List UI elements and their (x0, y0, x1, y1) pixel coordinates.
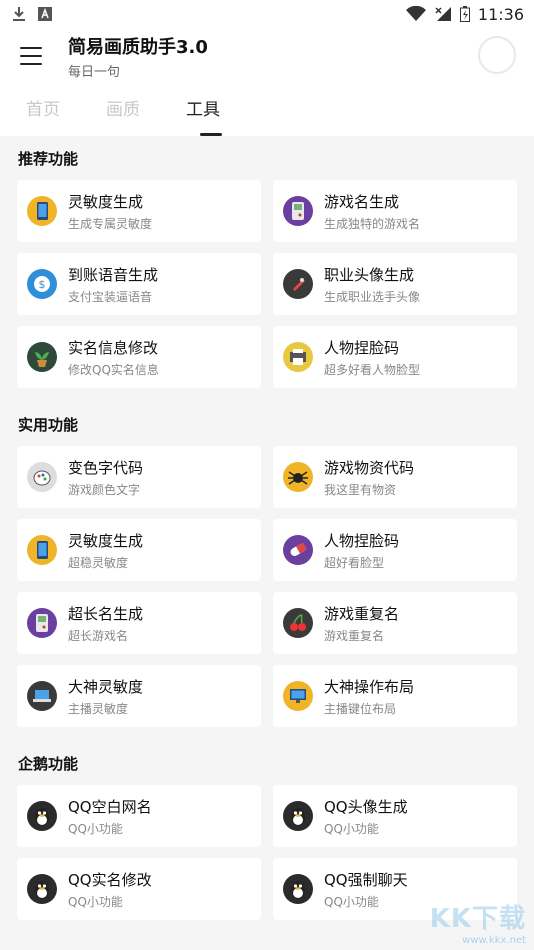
app-title: 简易画质助手3.0 (68, 36, 208, 58)
printer-icon (283, 342, 313, 372)
download-icon (13, 7, 25, 21)
feature-title: QQ空白网名 (68, 797, 152, 816)
feature-card[interactable]: $ 到账语音生成支付宝装逼语音 (17, 253, 261, 315)
status-bar: 11:36 (0, 0, 534, 28)
section-title: 推荐功能 (18, 150, 79, 168)
feature-card[interactable]: 游戏物资代码我这里有物资 (273, 446, 517, 508)
section-title: 实用功能 (18, 416, 79, 434)
watermark: KK下载 www.kkx.net (430, 898, 526, 946)
feature-card[interactable]: 人物捏脸码超好看脸型 (273, 519, 517, 581)
feature-card[interactable]: 大神灵敏度主播灵敏度 (17, 665, 261, 727)
feature-grid: 变色字代码 游戏颜色文字 游戏物资代码 我这里有物资 灵敏度生成 超稳灵敏度 人物捏脸码 超好… (0, 446, 534, 727)
svg-text:$: $ (39, 278, 46, 291)
feature-description: 生成独特的游戏名 (324, 216, 421, 231)
feature-description: 生成职业选手头像 (324, 289, 421, 304)
feature-title: 人物捏脸码 (324, 531, 400, 550)
feature-title: 到账语音生成 (68, 265, 159, 284)
feature-grid: 灵敏度生成 生成专属灵敏度 游戏名生成 生成独特的游戏名 $ 到账语音生成 支付宝装逼语音职… (0, 180, 534, 388)
status-time: 11:36 (477, 4, 524, 24)
phone-icon (27, 196, 57, 226)
section-title: 企鹅功能 (18, 755, 79, 773)
laptop-icon (27, 681, 57, 711)
feature-description: QQ小功能 (324, 894, 379, 909)
feature-card[interactable]: QQ空白网名 QQ小功能 (17, 785, 261, 847)
feature-description: 主播键位布局 (324, 701, 397, 716)
feature-card[interactable]: 大神操作布局主播键位布局 (273, 665, 517, 727)
feature-description: 主播灵敏度 (68, 701, 129, 716)
wifi-icon (405, 6, 426, 21)
plant-icon (27, 342, 57, 372)
spider-icon (283, 462, 313, 492)
feature-description: QQ小功能 (68, 821, 123, 836)
watermark-logo: KK下载 (429, 904, 526, 934)
feature-description: 修改QQ实名信息 (68, 362, 159, 377)
gameboy-icon (27, 608, 57, 638)
feature-title: QQ实名修改 (68, 870, 152, 889)
feature-title: 灵敏度生成 (68, 531, 144, 550)
feature-card[interactable]: QQ头像生成 QQ小功能 (273, 785, 517, 847)
feature-title: 变色字代码 (68, 458, 144, 477)
feature-card[interactable]: 变色字代码游戏颜色文字 (17, 446, 261, 508)
feature-title: QQ强制聊天 (324, 870, 408, 889)
feature-title: 职业头像生成 (324, 265, 415, 284)
gameboy-icon (283, 196, 313, 226)
feature-card[interactable]: 游戏重复名 游戏重复名 (273, 592, 517, 654)
feature-title: 人物捏脸码 (324, 338, 400, 357)
feature-card[interactable]: 职业头像生成生成职业选手头像 (273, 253, 517, 315)
tab-home[interactable]: 首页 (26, 84, 106, 136)
penguin-icon (283, 874, 313, 904)
watermark-url: www.kkx.net (462, 935, 526, 946)
paint-icon (27, 462, 57, 492)
tab-bar: 首页 画质 工具 (0, 84, 534, 136)
menu-icon[interactable] (16, 44, 46, 68)
feature-description: 生成专属灵敏度 (68, 216, 153, 231)
penguin-icon (27, 874, 57, 904)
feature-description: 游戏重复名 (324, 628, 385, 643)
app-subtitle: 每日一句 (68, 64, 121, 80)
rocket-icon (283, 269, 313, 299)
cherry-icon (283, 608, 313, 638)
feature-card[interactable]: 超长名生成超长游戏名 (17, 592, 261, 654)
feature-card[interactable]: 人物捏脸码超多好看人物脸型 (273, 326, 517, 388)
feature-description: 超多好看人物脸型 (324, 362, 421, 377)
feature-title: 超长名生成 (68, 604, 144, 623)
feature-description: 超稳灵敏度 (68, 555, 129, 570)
refresh-button[interactable] (478, 36, 516, 74)
phone-icon (27, 535, 57, 565)
feature-description: 支付宝装逼语音 (68, 289, 153, 304)
feature-title: 灵敏度生成 (68, 192, 144, 211)
pill-icon (283, 535, 313, 565)
feature-card[interactable]: 灵敏度生成超稳灵敏度 (17, 519, 261, 581)
feature-title: 游戏名生成 (324, 192, 400, 211)
feature-title: 大神操作布局 (324, 677, 415, 696)
feature-description: QQ小功能 (68, 894, 123, 909)
tools-content: 推荐功能 灵敏度生成 生成专属灵敏度 游戏名生成 生成独特的游戏名 $ 到账语音生成 支付宝装… (0, 136, 534, 934)
feature-title: 大神灵敏度 (68, 677, 144, 696)
feature-card[interactable]: 实名信息修改修改QQ实名信息 (17, 326, 261, 388)
feature-description: 超长游戏名 (68, 628, 129, 643)
money-icon: $ (27, 269, 57, 299)
penguin-icon (27, 801, 57, 831)
feature-card[interactable]: 游戏名生成生成独特的游戏名 (273, 180, 517, 242)
signal-icon (435, 7, 451, 21)
feature-description: 超好看脸型 (324, 555, 385, 570)
feature-title: QQ头像生成 (324, 797, 408, 816)
feature-title: 游戏物资代码 (324, 458, 415, 477)
monitor-icon (283, 681, 313, 711)
feature-title: 游戏重复名 (324, 604, 400, 623)
feature-card[interactable]: 灵敏度生成生成专属灵敏度 (17, 180, 261, 242)
app-bar: 简易画质助手3.0 每日一句 (0, 28, 534, 84)
feature-description: QQ小功能 (324, 821, 379, 836)
feature-description: 我这里有物资 (324, 482, 397, 497)
feature-title: 实名信息修改 (68, 338, 159, 357)
tab-quality[interactable]: 画质 (106, 84, 186, 136)
text-app-icon (38, 7, 52, 21)
feature-description: 游戏颜色文字 (68, 482, 141, 497)
penguin-icon (283, 801, 313, 831)
feature-card[interactable]: QQ实名修改 QQ小功能 (17, 858, 261, 920)
tab-tools[interactable]: 工具 (186, 84, 266, 136)
battery-icon (459, 6, 470, 22)
